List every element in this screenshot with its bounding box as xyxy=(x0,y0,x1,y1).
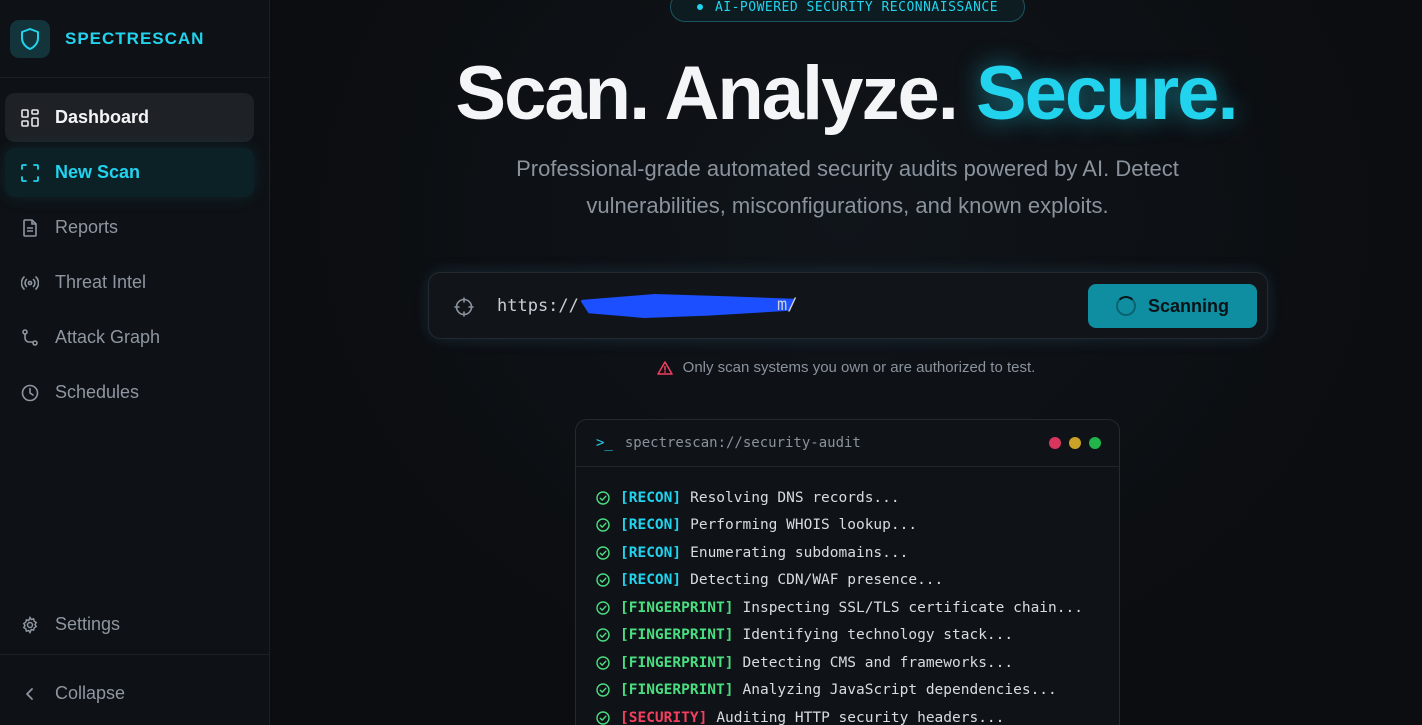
check-circle-icon xyxy=(596,573,610,587)
hero-badge: AI-POWERED SECURITY RECONNAISSANCE xyxy=(670,0,1025,22)
sidebar-item-threat-intel[interactable]: Threat Intel xyxy=(5,258,254,307)
sidebar-item-new-scan[interactable]: New Scan xyxy=(5,148,254,197)
check-circle-icon xyxy=(596,601,610,615)
sidebar-item-label: New Scan xyxy=(55,162,141,182)
headline-accent: Secure. xyxy=(975,51,1239,136)
shield-logo-icon xyxy=(10,19,50,58)
log-text: Detecting CDN/WAF presence... xyxy=(690,572,944,589)
dot-yellow[interactable] xyxy=(1069,437,1081,449)
settings-label: Settings xyxy=(55,614,121,634)
warning-text: Only scan systems you own or are authori… xyxy=(682,359,1036,376)
document-icon xyxy=(21,218,39,237)
log-line: [FINGERPRINT] Identifying technology stac… xyxy=(596,622,1119,650)
log-text: Inspecting SSL/TLS certificate chain... xyxy=(742,599,1083,616)
dot-green[interactable] xyxy=(1089,437,1101,449)
collapse-row: Collapse xyxy=(0,654,270,725)
log-text: Analyzing JavaScript dependencies... xyxy=(742,682,1057,699)
log-line: [RECON] Performing WHOIS lookup... xyxy=(596,512,1119,540)
check-circle-icon xyxy=(596,711,610,725)
broadcast-icon xyxy=(21,274,39,292)
log-text: Detecting CMS and frameworks... xyxy=(742,654,1014,671)
check-circle-icon xyxy=(596,628,610,642)
sidebar-item-label: Threat Intel xyxy=(55,272,147,292)
terminal-window: >_ spectrescan://security-audit [RECON] R… xyxy=(575,419,1120,725)
sidebar-nav: Dashboard New Scan Reports Threat Intel … xyxy=(5,93,254,423)
page-title: Scan. Analyze. Secure. xyxy=(270,50,1422,137)
scanning-button[interactable]: Scanning xyxy=(1088,284,1257,328)
terminal-prompt-icon: >_ xyxy=(596,435,613,451)
graph-icon xyxy=(21,328,39,347)
sidebar-item-label: Schedules xyxy=(55,382,140,402)
brand-name: SPECTRESCAN xyxy=(65,28,205,48)
log-tag: [SECURITY] xyxy=(620,709,708,725)
url-suffix: m/ xyxy=(777,295,798,315)
log-text: Enumerating subdomains... xyxy=(690,544,909,561)
log-text: Auditing HTTP security headers... xyxy=(716,709,1005,725)
check-circle-icon xyxy=(596,518,610,532)
terminal-log: [RECON] Resolving DNS records... [RECON] Pe… xyxy=(576,467,1119,725)
sidebar-item-dashboard[interactable]: Dashboard xyxy=(5,93,254,142)
collapse-label: Collapse xyxy=(55,683,126,703)
window-controls xyxy=(1049,437,1101,449)
log-tag: [RECON] xyxy=(620,544,682,561)
log-tag: [RECON] xyxy=(620,489,682,506)
log-tag: [FINGERPRINT] xyxy=(620,627,734,644)
terminal-title: spectrescan://security-audit xyxy=(624,435,861,451)
brand[interactable]: SPECTRESCAN xyxy=(0,0,269,78)
scan-frame-icon xyxy=(21,163,39,182)
sidebar-item-label: Attack Graph xyxy=(55,327,161,347)
log-line: [FINGERPRINT] Detecting CMS and framework… xyxy=(596,649,1119,677)
sidebar-item-schedules[interactable]: Schedules xyxy=(5,368,254,417)
sidebar: SPECTRESCAN Dashboard New Scan Reports T… xyxy=(0,0,270,725)
grid-icon xyxy=(21,108,39,127)
log-line: [RECON] Enumerating subdomains... xyxy=(596,539,1119,567)
log-tag: [RECON] xyxy=(620,572,682,589)
check-circle-icon xyxy=(596,683,610,697)
scan-button-label: Scanning xyxy=(1147,295,1229,316)
log-text: Resolving DNS records... xyxy=(690,489,900,506)
dot-red[interactable] xyxy=(1049,437,1061,449)
log-tag: [FINGERPRINT] xyxy=(620,654,734,671)
check-circle-icon xyxy=(596,546,610,560)
sidebar-item-settings[interactable]: Settings xyxy=(5,600,254,649)
spinner-icon xyxy=(1115,296,1136,316)
log-tag: [FINGERPRINT] xyxy=(620,682,734,699)
log-line: [RECON] Resolving DNS records... xyxy=(596,484,1119,512)
log-line: [FINGERPRINT] Analyzing JavaScript depend… xyxy=(596,677,1119,705)
crosshair-icon xyxy=(454,297,474,317)
sidebar-item-attack-graph[interactable]: Attack Graph xyxy=(5,313,254,362)
sidebar-item-label: Reports xyxy=(55,217,119,237)
badge-label: AI-POWERED SECURITY RECONNAISSANCE xyxy=(714,0,999,15)
headline-main: Scan. Analyze. xyxy=(455,51,976,136)
log-line: [SECURITY] Auditing HTTP security headers… xyxy=(596,704,1119,725)
check-circle-icon xyxy=(596,491,610,505)
badge-dot-icon xyxy=(696,4,703,10)
log-line: [FINGERPRINT] Inspecting SSL/TLS certific… xyxy=(596,594,1119,622)
clock-icon xyxy=(21,384,39,402)
gear-icon xyxy=(21,615,39,634)
log-text: Performing WHOIS lookup... xyxy=(690,517,918,534)
log-text: Identifying technology stack... xyxy=(742,627,1014,644)
scan-form: m/ Scanning xyxy=(428,272,1268,339)
log-tag: [FINGERPRINT] xyxy=(620,599,734,616)
terminal-header: >_ spectrescan://security-audit xyxy=(576,420,1119,467)
check-circle-icon xyxy=(596,656,610,670)
sidebar-item-reports[interactable]: Reports xyxy=(5,203,254,252)
sidebar-item-label: Dashboard xyxy=(55,107,150,127)
log-line: [RECON] Detecting CDN/WAF presence... xyxy=(596,567,1119,595)
warning-triangle-icon xyxy=(656,360,673,375)
hero-subtitle: Professional-grade automated security au… xyxy=(516,156,1179,218)
authorization-warning: Only scan systems you own or are authori… xyxy=(270,359,1422,376)
main-content: AI-POWERED SECURITY RECONNAISSANCE Scan.… xyxy=(270,0,1422,725)
log-tag: [RECON] xyxy=(620,517,682,534)
collapse-button[interactable]: Collapse xyxy=(5,669,254,718)
chevron-left-icon xyxy=(21,685,39,703)
